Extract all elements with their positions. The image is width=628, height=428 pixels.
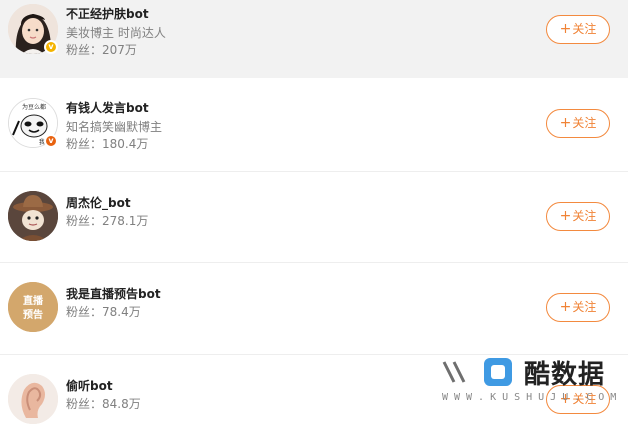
avatar-cowboy-image <box>8 191 58 241</box>
follow-label: 关注 <box>572 300 597 314</box>
user-desc: 知名搞笑幽默博主 <box>66 120 163 134</box>
fans-count: 粉丝：180.4万 <box>66 137 149 151</box>
user-name[interactable]: 偷听bot <box>66 377 113 394</box>
avatar[interactable]: 直播 预告 <box>8 282 58 332</box>
follow-button[interactable]: +关注 <box>546 15 610 44</box>
plus-icon: + <box>559 299 572 315</box>
user-list: v 不正经护肤bot 美妆博主 时尚达人 粉丝：207万 +关注 为豆么都 我看… <box>0 0 628 428</box>
list-item[interactable]: 为豆么都 我看 v 有钱人发言bot 知名搞笑幽默博主 粉丝：180.4万 +关… <box>0 78 628 172</box>
follow-button[interactable]: +关注 <box>546 202 610 231</box>
avatar-text-line1: 直播 <box>23 294 44 307</box>
plus-icon: + <box>559 391 572 407</box>
follow-button[interactable]: +关注 <box>546 109 610 138</box>
user-name[interactable]: 有钱人发言bot <box>66 99 149 116</box>
plus-icon: + <box>559 115 572 131</box>
plus-icon: + <box>559 208 572 224</box>
verified-orange-icon: v <box>44 134 58 148</box>
fans-count: 粉丝：78.4万 <box>66 305 141 319</box>
fans-count: 粉丝：278.1万 <box>66 214 149 228</box>
plus-icon: + <box>559 21 572 37</box>
list-item[interactable]: 周杰伦_bot 粉丝：278.1万 +关注 <box>0 172 628 263</box>
avatar[interactable] <box>8 374 58 424</box>
follow-label: 关注 <box>572 209 597 223</box>
avatar[interactable] <box>8 191 58 241</box>
verified-gold-icon: v <box>44 40 58 54</box>
user-desc: 美妆博主 时尚达人 <box>66 26 166 40</box>
avatar-text-line2: 预告 <box>23 308 43 321</box>
list-item[interactable]: 直播 预告 我是直播预告bot 粉丝：78.4万 +关注 <box>0 263 628 355</box>
fans-count: 粉丝：84.8万 <box>66 397 141 411</box>
fans-count: 粉丝：207万 <box>66 43 137 57</box>
user-name[interactable]: 不正经护肤bot <box>66 5 149 22</box>
follow-button[interactable]: +关注 <box>546 385 610 414</box>
list-item[interactable]: v 不正经护肤bot 美妆博主 时尚达人 粉丝：207万 +关注 <box>0 0 628 78</box>
follow-button[interactable]: +关注 <box>546 293 610 322</box>
avatar-ear-image <box>8 374 58 424</box>
follow-label: 关注 <box>572 116 597 130</box>
svg-text:为豆么都: 为豆么都 <box>22 103 46 111</box>
follow-label: 关注 <box>572 22 597 36</box>
user-name[interactable]: 我是直播预告bot <box>66 285 161 302</box>
avatar-live-preview-image: 直播 预告 <box>8 282 58 332</box>
list-item[interactable]: 偷听bot 粉丝：84.8万 +关注 <box>0 355 628 428</box>
follow-label: 关注 <box>572 392 597 406</box>
user-name[interactable]: 周杰伦_bot <box>66 194 131 211</box>
